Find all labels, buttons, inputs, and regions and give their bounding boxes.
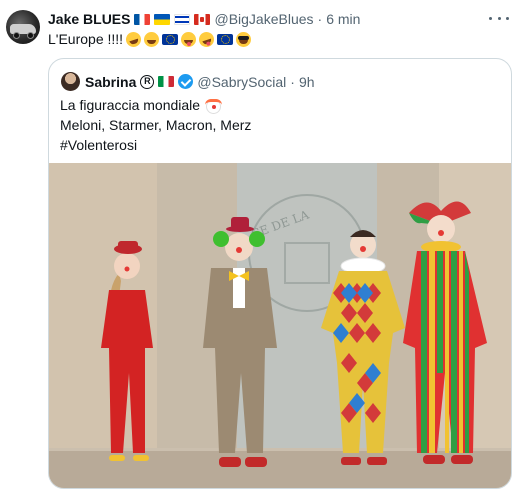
flag-canada-icon <box>194 13 211 25</box>
author-handle[interactable]: @BigJakeBlues <box>214 11 313 27</box>
clown-face-emoji-icon <box>204 98 222 114</box>
rolling-laughing-emoji-icon <box>124 29 144 49</box>
tweet-text: L'Europe !!!! <box>48 29 252 49</box>
flag-italy-icon <box>158 76 175 87</box>
quote-author-avatar[interactable] <box>61 72 80 91</box>
flag-ukraine-icon <box>154 13 171 25</box>
tweet-timestamp[interactable]: 6 min <box>326 11 360 27</box>
zany-face-emoji-icon <box>197 29 217 49</box>
quote-hashtag[interactable]: #Volenterosi <box>60 135 251 155</box>
flag-israel-icon <box>174 13 191 25</box>
flag-eu-icon <box>162 33 179 45</box>
author-display-name[interactable]: Jake BLUES <box>48 11 130 27</box>
quote-timestamp[interactable]: 9h <box>299 74 315 90</box>
tweet[interactable]: Jake BLUES @BigJakeBlues · 6 min L'Europ… <box>0 0 519 493</box>
verified-badge-icon <box>178 74 194 89</box>
sunglasses-emoji-icon <box>236 31 252 47</box>
winking-tongue-emoji-icon <box>181 31 197 47</box>
separator-dot: · <box>317 11 323 27</box>
registered-symbol-icon: R <box>140 74 155 89</box>
quote-photo[interactable]: CE DE LA <box>49 163 511 488</box>
quoted-tweet-card[interactable]: Sabrina R @SabrySocial · 9h La figuracci… <box>48 58 512 489</box>
quote-line-2: Meloni, Starmer, Macron, Merz <box>60 117 252 133</box>
tweet-text-content: L'Europe !!!! <box>48 31 124 47</box>
flag-france-icon <box>134 13 151 25</box>
quote-line-1: La figuraccia mondiale <box>60 95 251 115</box>
more-horizontal-icon[interactable] <box>489 11 509 25</box>
separator-dot: · <box>290 73 295 90</box>
quote-header: Sabrina R @SabrySocial · 9h <box>85 72 315 91</box>
photo-image-icon: CE DE LA <box>49 163 511 488</box>
author-avatar[interactable] <box>6 10 40 44</box>
quote-author-display-name[interactable]: Sabrina <box>85 74 136 90</box>
quote-author-handle[interactable]: @SabrySocial <box>197 74 286 90</box>
tears-of-joy-emoji-icon <box>144 31 160 47</box>
tweet-header: Jake BLUES @BigJakeBlues · 6 min <box>48 10 360 28</box>
flag-eu-icon <box>217 33 234 45</box>
quote-text: La figuraccia mondiale Meloni, Starmer, … <box>60 95 251 155</box>
